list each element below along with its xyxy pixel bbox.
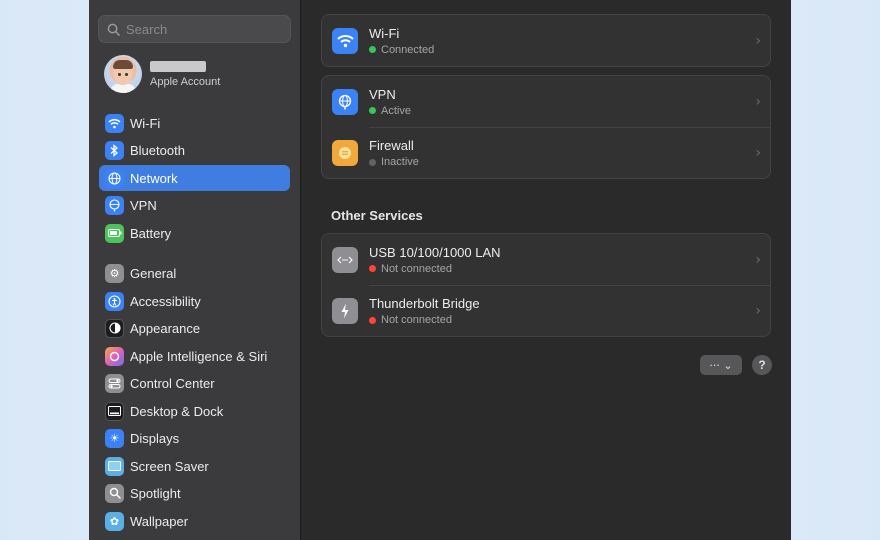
sidebar-item-label: Wallpaper <box>130 513 189 529</box>
sidebar-item-desktop-dock[interactable]: Desktop & Dock <box>99 398 290 424</box>
accessibility-icon <box>105 291 124 311</box>
vpn-icon <box>105 195 124 215</box>
row-status: Connected <box>369 44 434 56</box>
globe-icon <box>105 168 124 188</box>
firewall-row[interactable]: Firewall Inactive › <box>332 127 770 178</box>
help-button[interactable]: ? <box>752 355 772 375</box>
chevron-right-icon: › <box>755 251 761 268</box>
sidebar-item-label: Bluetooth <box>130 142 185 158</box>
sidebar-item-label: Wi-Fi <box>130 115 161 131</box>
row-status: Not connected <box>369 263 501 275</box>
sidebar-item-spotlight[interactable]: Spotlight <box>99 480 290 506</box>
chevron-right-icon: › <box>755 32 761 49</box>
sidebar-item-label: Screen Saver <box>130 458 209 474</box>
status-dot <box>369 265 376 272</box>
chevron-right-icon: › <box>755 145 761 161</box>
row-title: Thunderbolt Bridge <box>369 296 480 311</box>
row-title: USB 10/100/1000 LAN <box>369 244 501 260</box>
wifi-icon <box>105 113 124 133</box>
sidebar-item-label: Apple Intelligence & Siri <box>130 348 268 364</box>
vpn-firewall-card: VPN Active › Firewall Inactive › <box>321 75 771 179</box>
ethernet-icon <box>332 246 358 273</box>
avatar <box>104 55 142 93</box>
sidebar-item-screen-saver[interactable]: Screen Saver <box>99 453 290 479</box>
sidebar-item-appearance[interactable]: Appearance <box>99 315 290 341</box>
search-icon <box>107 23 120 36</box>
main-pane: Wi-Fi Connected › VPN Active › Firewall … <box>301 0 791 540</box>
sidebar-item-wifi[interactable]: Wi-Fi <box>99 110 290 136</box>
wallpaper-icon: ✿ <box>105 511 124 531</box>
chevron-right-icon: › <box>755 303 761 319</box>
sidebar-item-label: Accessibility <box>130 293 201 309</box>
sidebar-item-displays[interactable]: ☀ Displays <box>99 425 290 451</box>
status-dot <box>369 46 376 53</box>
sidebar-item-control-center[interactable]: Control Center <box>99 370 290 396</box>
more-actions-button[interactable]: ··· ⌄ <box>700 355 742 375</box>
sidebar-item-vpn[interactable]: VPN <box>99 192 290 218</box>
sidebar-item-label: Displays <box>130 430 180 446</box>
sidebar-item-label: Appearance <box>130 320 201 336</box>
siri-icon <box>105 346 124 366</box>
appearance-icon <box>105 318 124 338</box>
row-status: Inactive <box>369 156 419 168</box>
thunderbolt-icon <box>332 298 358 324</box>
sidebar-item-general[interactable]: ⚙ General <box>99 260 290 286</box>
account-label: Apple Account <box>150 75 221 88</box>
sidebar-item-accessibility[interactable]: Accessibility <box>99 288 290 314</box>
other-services-heading: Other Services <box>331 208 423 223</box>
battery-icon <box>105 223 124 243</box>
row-title: Firewall <box>369 138 414 153</box>
usb-lan-row[interactable]: USB 10/100/1000 LAN Not connected › <box>322 234 770 285</box>
sidebar-item-label: General <box>130 265 177 281</box>
status-dot <box>369 158 376 166</box>
wifi-row[interactable]: Wi-Fi Connected › <box>322 15 770 66</box>
row-title: Wi-Fi <box>369 25 400 41</box>
other-services-card: USB 10/100/1000 LAN Not connected › Thun… <box>321 233 771 337</box>
screen-saver-icon <box>105 456 124 476</box>
sidebar-item-apple-intelligence-siri[interactable]: Apple Intelligence & Siri <box>99 343 290 369</box>
displays-icon: ☀ <box>105 428 124 448</box>
vpn-icon <box>332 88 358 115</box>
sidebar-item-battery[interactable]: Battery <box>99 220 290 246</box>
sidebar: Apple Account Wi-Fi Bluetooth Network <box>89 0 301 540</box>
status-dot <box>369 107 376 114</box>
sidebar-item-label: Desktop & Dock <box>130 403 224 419</box>
spotlight-icon <box>105 483 124 503</box>
account-name-redacted <box>150 60 206 72</box>
dock-icon <box>105 401 124 421</box>
apple-account[interactable]: Apple Account <box>104 55 289 93</box>
wifi-icon <box>332 27 358 54</box>
thunderbolt-row[interactable]: Thunderbolt Bridge Not connected › <box>332 285 770 336</box>
sidebar-item-wallpaper[interactable]: ✿ Wallpaper <box>99 508 290 534</box>
gear-icon: ⚙ <box>105 263 124 283</box>
sidebar-item-network[interactable]: Network <box>99 165 290 191</box>
vpn-row[interactable]: VPN Active › <box>322 76 770 127</box>
firewall-icon <box>332 140 358 166</box>
row-title: VPN <box>369 86 396 102</box>
row-status: Not connected <box>369 314 480 326</box>
sidebar-item-label: Network <box>130 170 178 186</box>
sidebar-item-label: VPN <box>130 197 157 213</box>
search-input[interactable] <box>126 21 286 37</box>
settings-window: Apple Account Wi-Fi Bluetooth Network <box>89 0 791 540</box>
sidebar-item-label: Spotlight <box>130 485 181 501</box>
sidebar-item-bluetooth[interactable]: Bluetooth <box>99 137 290 163</box>
wifi-card: Wi-Fi Connected › <box>321 14 771 67</box>
search-field[interactable] <box>98 15 291 43</box>
row-status: Active <box>369 105 411 117</box>
control-center-icon <box>105 373 124 393</box>
sidebar-item-label: Battery <box>130 225 172 241</box>
bluetooth-icon <box>105 140 124 160</box>
sidebar-item-label: Control Center <box>130 375 215 391</box>
chevron-right-icon: › <box>755 93 761 110</box>
status-dot <box>369 316 376 324</box>
